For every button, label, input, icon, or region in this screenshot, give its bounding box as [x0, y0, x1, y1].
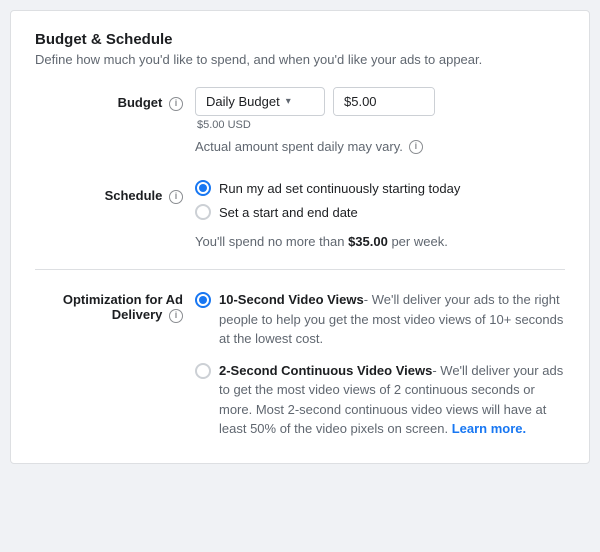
- section-divider: [35, 269, 565, 270]
- optimization-option-10sec[interactable]: 10-Second Video Views- We'll deliver you…: [195, 290, 565, 349]
- optimization-option-2sec-text: 2-Second Continuous Video Views- We'll d…: [219, 361, 565, 439]
- budget-usd-label: $5.00 USD: [197, 119, 565, 131]
- budget-amount-input[interactable]: [334, 88, 434, 115]
- schedule-options: Run my ad set continuously starting toda…: [195, 180, 565, 220]
- optimization-option-10sec-title: 10-Second Video Views: [219, 292, 364, 307]
- budget-info-icon[interactable]: i: [169, 97, 183, 111]
- optimization-label: Optimization for Ad Delivery i: [35, 290, 195, 323]
- schedule-option-date-range[interactable]: Set a start and end date: [195, 204, 565, 220]
- schedule-radio-date-range[interactable]: [195, 204, 211, 220]
- schedule-option-date-range-label: Set a start and end date: [219, 205, 358, 220]
- budget-type-value: Daily Budget: [206, 94, 280, 109]
- learn-more-link[interactable]: Learn more.: [452, 421, 526, 436]
- section-subtitle: Define how much you'd like to spend, and…: [35, 52, 565, 67]
- schedule-field-content: Run my ad set continuously starting toda…: [195, 180, 565, 249]
- amount-note-info-icon[interactable]: i: [409, 140, 423, 154]
- budget-controls: Daily Budget ▾: [195, 87, 565, 116]
- optimization-option-2sec-title: 2-Second Continuous Video Views: [219, 363, 432, 378]
- schedule-option-continuous[interactable]: Run my ad set continuously starting toda…: [195, 180, 565, 196]
- dropdown-arrow-icon: ▾: [286, 96, 291, 107]
- optimization-info-icon[interactable]: i: [169, 309, 183, 323]
- optimization-radio-2sec[interactable]: [195, 363, 211, 379]
- optimization-option-10sec-text: 10-Second Video Views- We'll deliver you…: [219, 290, 565, 349]
- optimization-option-2sec[interactable]: 2-Second Continuous Video Views- We'll d…: [195, 361, 565, 439]
- optimization-radio-10sec[interactable]: [195, 292, 211, 308]
- budget-field-content: Daily Budget ▾ $5.00 USD Actual amount s…: [195, 87, 565, 170]
- schedule-row: Schedule i Run my ad set continuously st…: [35, 180, 565, 249]
- amount-note: Actual amount spent daily may vary. i: [195, 139, 565, 154]
- section-title: Budget & Schedule: [35, 31, 565, 48]
- schedule-radio-continuous[interactable]: [195, 180, 211, 196]
- budget-schedule-card: Budget & Schedule Define how much you'd …: [10, 10, 590, 464]
- optimization-options: 10-Second Video Views- We'll deliver you…: [195, 290, 565, 439]
- schedule-label: Schedule i: [35, 180, 195, 204]
- budget-label: Budget i: [35, 87, 195, 111]
- budget-amount-wrapper: [333, 87, 435, 116]
- weekly-spend-note: You'll spend no more than $35.00 per wee…: [195, 234, 565, 249]
- schedule-info-icon[interactable]: i: [169, 190, 183, 204]
- optimization-section: Optimization for Ad Delivery i 10-Second…: [35, 290, 565, 439]
- budget-type-dropdown[interactable]: Daily Budget ▾: [195, 87, 325, 116]
- budget-row: Budget i Daily Budget ▾ $5.00 USD Actual…: [35, 87, 565, 170]
- schedule-option-continuous-label: Run my ad set continuously starting toda…: [219, 181, 460, 196]
